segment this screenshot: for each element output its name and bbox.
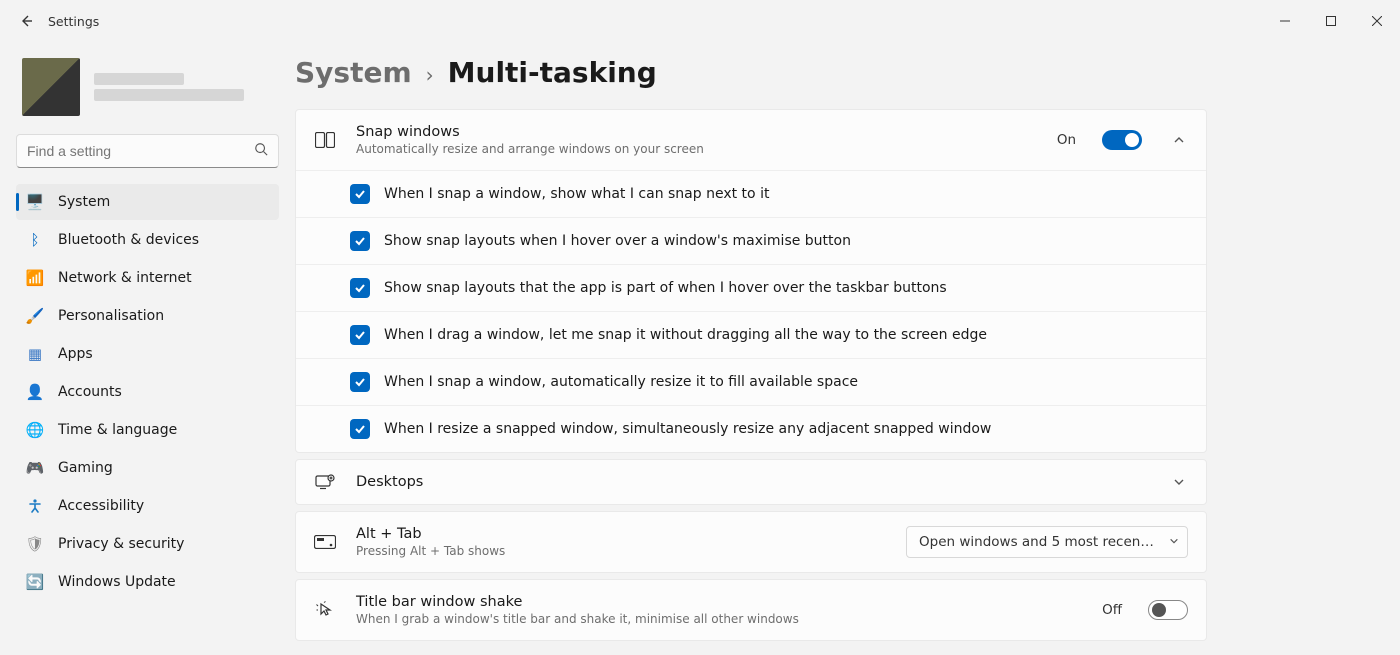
desktops-icon [314,474,336,490]
bluetooth-icon: ᛒ [26,231,44,249]
shield-icon: 🛡 [26,535,44,553]
checkbox-checked[interactable] [350,419,370,439]
snap-windows-header[interactable]: Snap windows Automatically resize and ar… [296,110,1206,170]
nav-time-language[interactable]: 🌐 Time & language [16,412,279,448]
toggle-state-label: Off [1102,602,1122,618]
apps-icon: ▦ [26,345,44,363]
nav-label: Accessibility [58,498,144,514]
checkbox-checked[interactable] [350,372,370,392]
snap-windows-card: Snap windows Automatically resize and ar… [295,109,1207,453]
nav-label: System [58,194,110,210]
nav-system[interactable]: 🖥️ System [16,184,279,220]
titlebar: Settings [0,0,1400,42]
snap-option-row[interactable]: When I drag a window, let me snap it wit… [296,311,1206,358]
checkbox-checked[interactable] [350,325,370,345]
nav-label: Gaming [58,460,113,476]
chevron-right-icon: › [426,63,434,87]
nav-gaming[interactable]: 🎮 Gaming [16,450,279,486]
nav-apps[interactable]: ▦ Apps [16,336,279,372]
card-title: Desktops [356,474,1142,490]
breadcrumb-parent[interactable]: System [295,56,412,89]
minimize-button[interactable] [1262,6,1308,36]
avatar [22,58,80,116]
option-label: When I snap a window, automatically resi… [384,374,858,390]
person-icon: 👤 [26,383,44,401]
snap-windows-toggle[interactable] [1102,130,1142,150]
snap-option-row[interactable]: Show snap layouts that the app is part o… [296,264,1206,311]
close-button[interactable] [1354,6,1400,36]
snap-layout-icon [314,132,336,148]
nav-privacy[interactable]: 🛡 Privacy & security [16,526,279,562]
title-bar-shake-toggle[interactable] [1148,600,1188,620]
search-input[interactable] [27,143,254,159]
alt-tab-header[interactable]: Alt + Tab Pressing Alt + Tab shows Open … [296,512,1206,572]
nav-list: 🖥️ System ᛒ Bluetooth & devices 📶 Networ… [16,184,279,600]
card-subtitle: Pressing Alt + Tab shows [356,544,886,558]
option-label: Show snap layouts when I hover over a wi… [384,233,851,249]
nav-accessibility[interactable]: Accessibility [16,488,279,524]
breadcrumb: System › Multi-tasking [295,56,1360,89]
sidebar: 🖥️ System ᛒ Bluetooth & devices 📶 Networ… [0,42,295,655]
snap-option-row[interactable]: When I snap a window, show what I can sn… [296,170,1206,217]
nav-label: Personalisation [58,308,164,324]
card-title: Title bar window shake [356,594,1082,610]
option-label: Show snap layouts that the app is part o… [384,280,947,296]
option-label: When I resize a snapped window, simultan… [384,421,991,437]
chevron-down-icon [1169,534,1179,550]
snap-option-row[interactable]: When I snap a window, automatically resi… [296,358,1206,405]
desktops-card: Desktops [295,459,1207,505]
desktops-header[interactable]: Desktops [296,460,1206,504]
alt-tab-card: Alt + Tab Pressing Alt + Tab shows Open … [295,511,1207,573]
window-controls [1262,6,1400,36]
card-title: Snap windows [356,124,1037,140]
back-button[interactable] [14,9,38,33]
nav-label: Accounts [58,384,122,400]
nav-label: Time & language [58,422,177,438]
chevron-down-icon[interactable] [1170,476,1188,488]
card-subtitle: When I grab a window's title bar and sha… [356,612,1082,626]
nav-windows-update[interactable]: 🔄 Windows Update [16,564,279,600]
main-panel: System › Multi-tasking Snap windows Auto… [295,42,1400,655]
maximize-button[interactable] [1308,6,1354,36]
toggle-state-label: On [1057,132,1076,148]
title-bar-shake-card: Title bar window shake When I grab a win… [295,579,1207,641]
select-value: Open windows and 5 most recent tabs in M [919,534,1159,550]
nav-label: Bluetooth & devices [58,232,199,248]
brush-icon: 🖌️ [26,307,44,325]
nav-label: Privacy & security [58,536,184,552]
title-bar-shake-header[interactable]: Title bar window shake When I grab a win… [296,580,1206,640]
checkbox-checked[interactable] [350,278,370,298]
checkbox-checked[interactable] [350,184,370,204]
alt-tab-select[interactable]: Open windows and 5 most recent tabs in M [906,526,1188,558]
search-icon [254,142,268,160]
nav-label: Windows Update [58,574,176,590]
nav-bluetooth[interactable]: ᛒ Bluetooth & devices [16,222,279,258]
nav-accounts[interactable]: 👤 Accounts [16,374,279,410]
nav-network[interactable]: 📶 Network & internet [16,260,279,296]
gamepad-icon: 🎮 [26,459,44,477]
accessibility-icon [26,498,44,514]
app-title: Settings [48,14,99,29]
alt-tab-icon [314,535,336,549]
chevron-up-icon[interactable] [1170,134,1188,146]
option-label: When I drag a window, let me snap it wit… [384,327,987,343]
cursor-shake-icon [314,601,336,619]
profile-text [94,69,244,105]
card-subtitle: Automatically resize and arrange windows… [356,142,1037,156]
search-box[interactable] [16,134,279,168]
option-label: When I snap a window, show what I can sn… [384,186,769,202]
snap-option-row[interactable]: When I resize a snapped window, simultan… [296,405,1206,452]
checkbox-checked[interactable] [350,231,370,251]
nav-label: Network & internet [58,270,192,286]
refresh-icon: 🔄 [26,573,44,591]
profile-block[interactable] [16,52,279,134]
page-title: Multi-tasking [448,56,657,89]
nav-label: Apps [58,346,93,362]
card-title: Alt + Tab [356,526,886,542]
nav-personalisation[interactable]: 🖌️ Personalisation [16,298,279,334]
globe-icon: 🌐 [26,421,44,439]
snap-option-row[interactable]: Show snap layouts when I hover over a wi… [296,217,1206,264]
network-icon: 📶 [26,269,44,287]
display-icon: 🖥️ [26,193,44,211]
